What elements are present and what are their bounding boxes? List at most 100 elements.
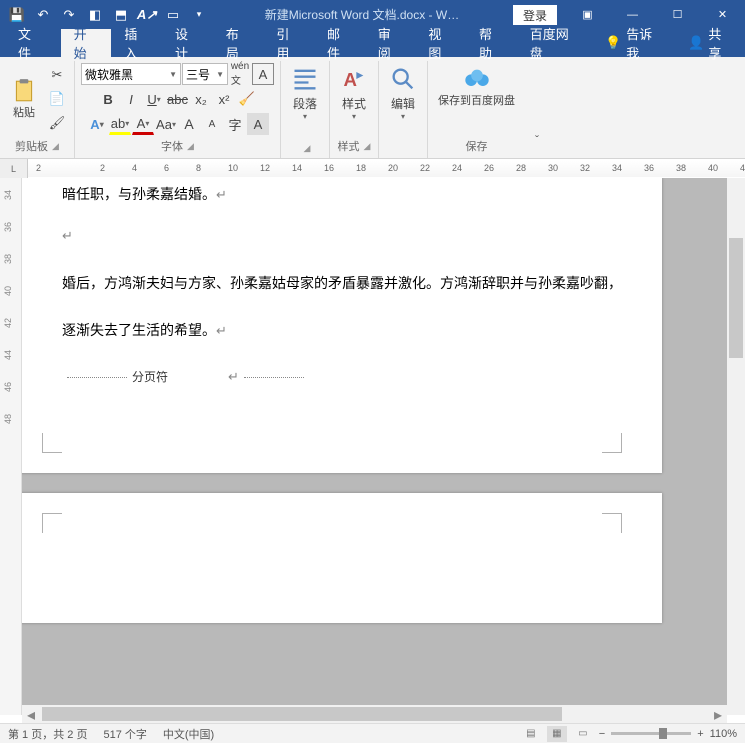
qat-icon-1[interactable]: ◧ (83, 3, 107, 27)
zoom-in-button[interactable]: + (697, 728, 703, 740)
format-painter-icon[interactable]: 🖌 (46, 112, 68, 134)
save-baidu-button[interactable]: 保存到百度网盘 (434, 63, 519, 135)
para-mark-1[interactable]: ↵ (62, 224, 73, 249)
paragraph-mark-icon: ↵ (216, 187, 227, 202)
tab-home[interactable]: 开始 (61, 29, 112, 57)
copy-icon[interactable]: 📄 (46, 88, 68, 110)
superscript-button[interactable]: x² (213, 88, 235, 110)
margin-corner-tr (602, 513, 622, 533)
redo-icon[interactable]: ↷ (57, 3, 81, 27)
font-name-select[interactable]: 微软雅黑▼ (81, 63, 181, 85)
status-words[interactable]: 517 个字 (103, 726, 146, 742)
font-launcher[interactable]: ◢ (187, 141, 194, 152)
styles-launcher[interactable]: ◢ (364, 141, 371, 152)
tab-help[interactable]: 帮助 (466, 29, 517, 57)
font-size-select[interactable]: 三号▼ (182, 63, 228, 85)
phonetic-icon[interactable]: wén文 (229, 63, 251, 85)
vertical-scrollbar[interactable] (727, 178, 745, 715)
editing-label: 编辑 (391, 95, 415, 112)
paste-button[interactable]: 粘贴 (6, 75, 42, 123)
page-break-marker[interactable]: 分页符↵ (62, 368, 309, 385)
zoom-slider[interactable] (611, 732, 691, 735)
tab-mail[interactable]: 邮件 (314, 29, 365, 57)
tab-baidu[interactable]: 百度网盘 (517, 29, 592, 57)
font-color-button[interactable]: A▾ (132, 113, 154, 135)
save-group-label: 保存 (466, 135, 488, 154)
tab-review[interactable]: 审阅 (365, 29, 416, 57)
bulb-icon: 💡 (605, 35, 621, 51)
change-case-button[interactable]: Aa▾ (155, 113, 177, 135)
horizontal-scrollbar[interactable]: ◂ ▸ (22, 705, 727, 723)
scroll-left-icon[interactable]: ◂ (22, 705, 40, 723)
styles-label: 样式 (342, 95, 366, 112)
qat-icon-2[interactable]: ⬒ (109, 3, 133, 27)
tab-view[interactable]: 视图 (415, 29, 466, 57)
horizontal-scroll-thumb[interactable] (42, 707, 562, 721)
margin-corner-bl (42, 433, 62, 453)
grow-font-button[interactable]: A (178, 113, 200, 135)
save-baidu-label: 保存到百度网盘 (438, 95, 515, 108)
window-title: 新建Microsoft Word 文档.docx - W… (211, 6, 513, 23)
tellme-label: 告诉我 (626, 24, 662, 62)
char-shading-button[interactable]: A (247, 113, 269, 135)
enclose-char-button[interactable]: 字 (224, 113, 246, 135)
ruler-corner[interactable]: L (0, 159, 28, 179)
text-effects-button[interactable]: A▾ (86, 113, 108, 135)
tab-file[interactable]: 文件 (0, 29, 61, 57)
clear-format-icon[interactable]: 🧹 (236, 88, 258, 110)
paragraph-launcher[interactable]: ◢ (304, 143, 311, 154)
italic-button[interactable]: I (120, 88, 142, 110)
tab-insert[interactable]: 插入 (111, 29, 162, 57)
qat-more-icon[interactable]: ▾ (187, 3, 211, 27)
zoom-out-button[interactable]: − (599, 728, 605, 740)
tab-ref[interactable]: 引用 (263, 29, 314, 57)
font-size-value: 三号 (186, 66, 210, 83)
strike-button[interactable]: abc (166, 88, 189, 110)
collapse-ribbon-icon[interactable]: ˇ (525, 61, 549, 147)
clipboard-launcher[interactable]: ◢ (52, 141, 59, 152)
save-icon[interactable]: 💾 (5, 3, 29, 27)
paragraph-button[interactable]: 段落▾ (287, 63, 323, 140)
view-web-icon[interactable]: ▭ (573, 726, 593, 742)
editing-button[interactable]: 编辑▾ (385, 63, 421, 151)
vertical-scroll-thumb[interactable] (729, 238, 743, 358)
undo-icon[interactable]: ↶ (31, 3, 55, 27)
subscript-button[interactable]: x₂ (190, 88, 212, 110)
bold-button[interactable]: B (97, 88, 119, 110)
view-read-icon[interactable]: ▤ (521, 726, 541, 742)
page-2 (22, 493, 662, 623)
share-icon: 👤 (688, 35, 704, 51)
view-print-icon[interactable]: ▦ (547, 726, 567, 742)
highlight-button[interactable]: ab▾ (109, 113, 131, 135)
styles-button[interactable]: A 样式▾ (336, 63, 372, 135)
zoom-value[interactable]: 110% (710, 728, 737, 740)
shrink-font-button[interactable]: A (201, 113, 223, 135)
font-group-label: 字体 (161, 138, 183, 154)
status-lang[interactable]: 中文(中国) (163, 726, 214, 742)
login-button[interactable]: 登录 (513, 5, 557, 25)
char-border-icon[interactable]: A (252, 63, 274, 85)
doc-line-0[interactable]: 暗任职，与孙柔嘉结婚。↵ (62, 182, 227, 208)
share-label: 共享 (708, 24, 732, 62)
status-pages[interactable]: 第 1 页，共 2 页 (8, 726, 87, 742)
cut-icon[interactable]: ✂ (46, 64, 68, 86)
font-name-value: 微软雅黑 (85, 66, 133, 83)
qat-icon-3[interactable]: A↗ (135, 3, 159, 27)
margin-corner-tl (42, 513, 62, 533)
tab-share[interactable]: 👤共享 (675, 29, 745, 57)
tab-design[interactable]: 设计 (162, 29, 213, 57)
scroll-right-icon[interactable]: ▸ (709, 705, 727, 723)
underline-button[interactable]: U▾ (143, 88, 165, 110)
doc-line-2[interactable]: 逐渐失去了生活的希望。↵ (62, 318, 227, 344)
qat-icon-4[interactable]: ▭ (161, 3, 185, 27)
doc-line-1[interactable]: 婚后，方鸿渐夫妇与方家、孙柔嘉姑母家的矛盾暴露并激化。方鸿渐辞职并与孙柔嘉吵翻， (62, 272, 622, 297)
tab-tellme[interactable]: 💡告诉我 (592, 29, 675, 57)
page-1: 暗任职，与孙柔嘉结婚。↵ ↵ 婚后，方鸿渐夫妇与方家、孙柔嘉姑母家的矛盾暴露并激… (22, 178, 662, 473)
margin-corner-br (602, 433, 622, 453)
vertical-ruler[interactable]: 3436384042444648 (0, 178, 22, 715)
document-canvas[interactable]: 暗任职，与孙柔嘉结婚。↵ ↵ 婚后，方鸿渐夫妇与方家、孙柔嘉姑母家的矛盾暴露并激… (22, 178, 727, 715)
tab-layout[interactable]: 布局 (213, 29, 264, 57)
clipboard-label: 剪贴板 (15, 138, 48, 154)
paragraph-label: 段落 (293, 95, 317, 112)
horizontal-ruler[interactable]: 224681012141618202224262830323436384042 (28, 161, 745, 177)
